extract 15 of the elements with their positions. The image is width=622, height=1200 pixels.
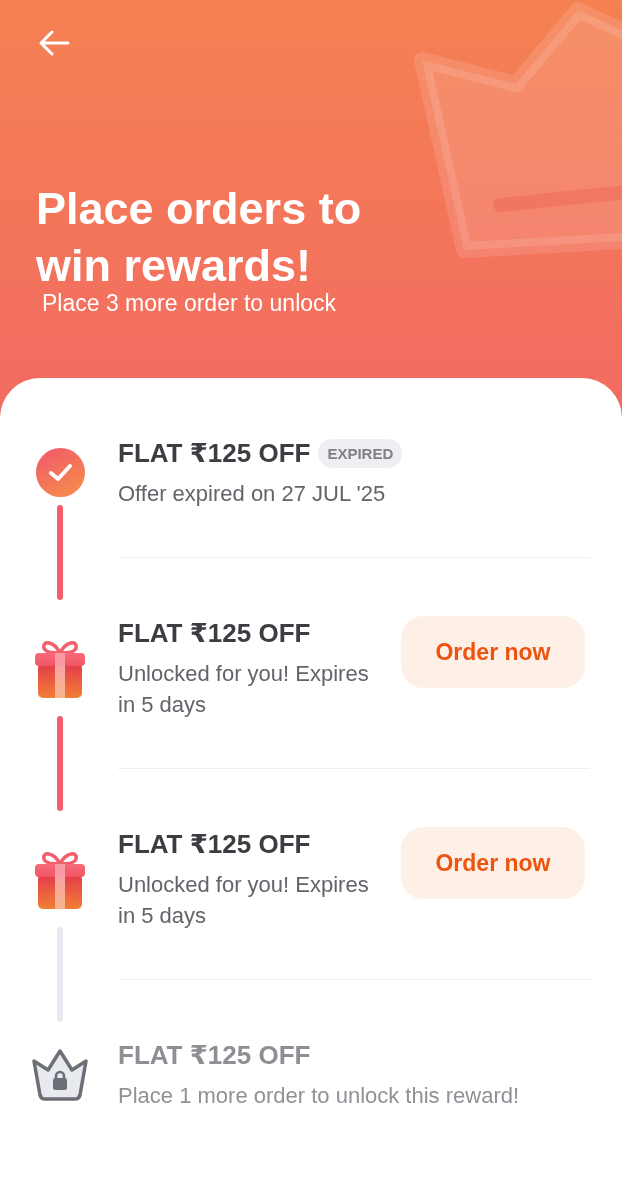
reward-description: Unlocked for you! Expires in 5 days — [118, 660, 370, 719]
reward-title: FLAT ₹125 OFF — [118, 1039, 311, 1072]
reward-description: Offer expired on 27 JUL '25 — [118, 480, 387, 508]
reward-description: Place 1 more order to unlock this reward! — [118, 1082, 521, 1110]
order-button[interactable]: Order now — [401, 616, 585, 688]
order-button[interactable]: Order now — [401, 827, 585, 899]
reward-description: Unlocked for you! Expires in 5 days — [118, 871, 370, 930]
status-badge: EXPIRED — [318, 438, 403, 468]
back-button[interactable] — [38, 29, 70, 57]
check-circle-icon — [35, 448, 85, 497]
reward-title: FLAT ₹125 OFF — [118, 828, 311, 861]
arrow-left-icon — [38, 29, 70, 57]
reward-title: FLAT ₹125 OFF — [118, 437, 311, 470]
crown-lock-icon — [31, 1047, 89, 1102]
reward-title: FLAT ₹125 OFF — [118, 617, 311, 650]
